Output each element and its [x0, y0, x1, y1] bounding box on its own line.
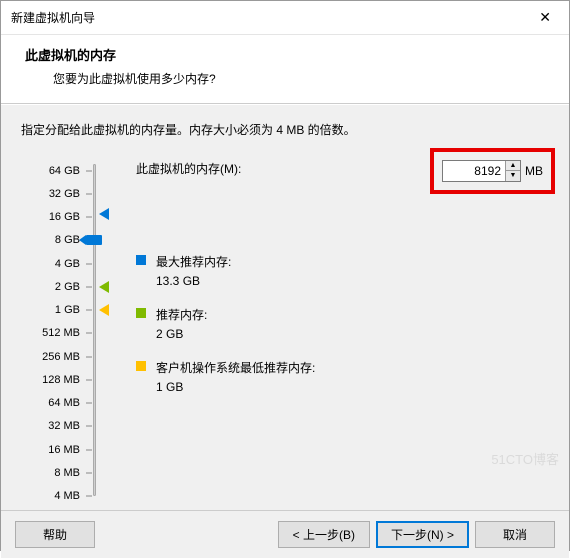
max-memory-marker-icon	[99, 208, 109, 220]
memory-label: 此虚拟机的内存(M):	[136, 160, 241, 177]
tick-label: 16 GB	[49, 211, 80, 223]
tick-label: 1 GB	[55, 304, 80, 316]
tick-label: 64 GB	[49, 165, 80, 177]
tick-label: 4 MB	[54, 490, 80, 502]
page-question: 您要为此虚拟机使用多少内存?	[25, 70, 545, 87]
tick-label: 512 MB	[42, 327, 80, 339]
tick-mark	[86, 403, 92, 404]
help-button[interactable]: 帮助	[15, 521, 95, 548]
memory-input[interactable]	[443, 161, 505, 181]
green-square-icon	[136, 308, 146, 318]
tick-label: 32 MB	[48, 420, 80, 432]
tick-label: 32 GB	[49, 188, 80, 200]
tick-label: 8 MB	[54, 467, 80, 479]
back-button[interactable]: < 上一步(B)	[278, 521, 370, 548]
tick-label: 2 GB	[55, 281, 80, 293]
next-button[interactable]: 下一步(N) >	[376, 521, 469, 548]
tick-mark	[86, 310, 92, 311]
legend-recommended: 推荐内存:	[136, 306, 549, 323]
recommended-memory-marker-icon	[99, 281, 109, 293]
tick-mark	[86, 217, 92, 218]
tick-label: 256 MB	[42, 351, 80, 363]
legend-max: 最大推荐内存:	[136, 253, 549, 270]
page-subtitle: 此虚拟机的内存	[25, 45, 545, 64]
titlebar: 新建虚拟机向导 ✕	[1, 1, 569, 35]
tick-mark	[86, 286, 92, 287]
tick-mark	[86, 333, 92, 334]
tick-mark	[86, 356, 92, 357]
legend-recommended-value: 2 GB	[156, 327, 549, 341]
tick-label: 8 GB	[55, 234, 80, 246]
info-column: 此虚拟机的内存(M): ▲ ▼ MB 最大推荐内存: 13.3 GB	[116, 160, 549, 500]
legend-min: 客户机操作系统最低推荐内存:	[136, 359, 549, 376]
tick-mark	[86, 263, 92, 264]
memory-input-highlight: ▲ ▼ MB	[430, 148, 555, 194]
memory-spinner[interactable]: ▲ ▼	[442, 160, 521, 182]
tick-mark	[86, 170, 92, 171]
window-title: 新建虚拟机向导	[11, 9, 95, 26]
yellow-square-icon	[136, 361, 146, 371]
cancel-button[interactable]: 取消	[475, 521, 555, 548]
tick-mark	[86, 379, 92, 380]
wizard-header: 此虚拟机的内存 您要为此虚拟机使用多少内存?	[1, 35, 569, 104]
tick-mark	[86, 426, 92, 427]
tick-mark	[86, 193, 92, 194]
close-icon[interactable]: ✕	[531, 7, 559, 28]
tick-label: 64 MB	[48, 397, 80, 409]
min-memory-marker-icon	[99, 304, 109, 316]
blue-square-icon	[136, 255, 146, 265]
tick-mark	[86, 472, 92, 473]
tick-label: 128 MB	[42, 374, 80, 386]
spinner-up-icon[interactable]: ▲	[506, 161, 520, 171]
content-area: 指定分配给此虚拟机的内存量。内存大小必须为 4 MB 的倍数。 64 GB 32 …	[1, 104, 569, 510]
legend-min-value: 1 GB	[156, 380, 549, 394]
tick-label: 16 MB	[48, 444, 80, 456]
instruction-text: 指定分配给此虚拟机的内存量。内存大小必须为 4 MB 的倍数。	[21, 121, 549, 138]
memory-slider[interactable]: 64 GB 32 GB 16 GB 8 GB 4 GB 2 GB 1 GB 512 MB 256…	[21, 160, 116, 500]
legend-max-value: 13.3 GB	[156, 274, 549, 288]
spinner-down-icon[interactable]: ▼	[506, 171, 520, 181]
slider-handle[interactable]	[86, 235, 102, 245]
memory-unit: MB	[525, 164, 543, 178]
slider-track	[93, 164, 96, 496]
tick-label: 4 GB	[55, 258, 80, 270]
tick-mark	[86, 496, 92, 497]
tick-mark	[86, 449, 92, 450]
